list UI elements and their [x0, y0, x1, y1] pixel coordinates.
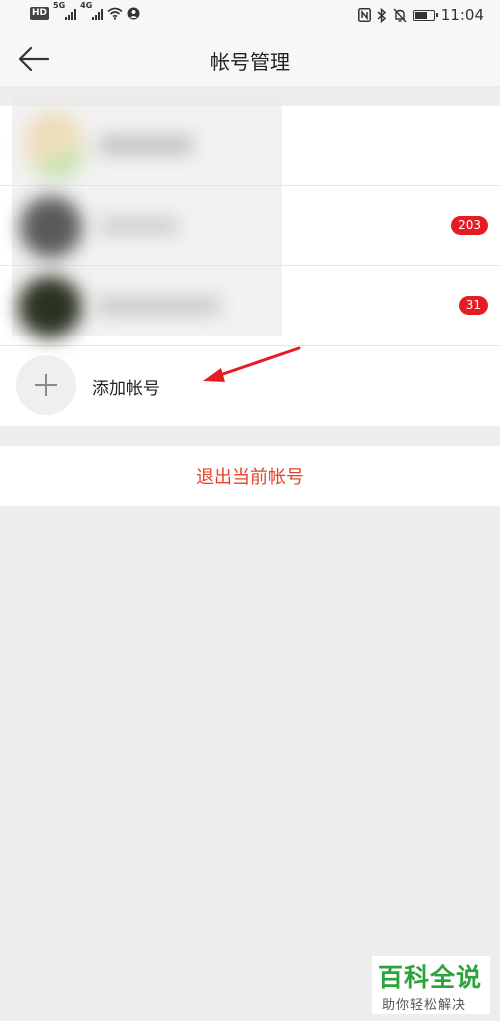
signal-5g-icon: 5G: [53, 1, 77, 20]
battery-fill: [414, 11, 427, 19]
mute-icon: [393, 8, 407, 22]
signal-4g-icon: 4G: [80, 1, 104, 20]
hd-icon: HD: [30, 7, 50, 20]
battery-icon: [412, 9, 438, 21]
unread-badge: 31: [458, 296, 488, 315]
account-name-blurred: [100, 136, 192, 154]
location-icon: [127, 7, 140, 20]
unread-badge: 203: [451, 216, 488, 235]
avatar: [24, 114, 86, 178]
red-arrow-icon: [203, 346, 301, 382]
account-item[interactable]: 31: [0, 266, 500, 346]
plus-icon: [35, 374, 57, 396]
account-item[interactable]: 203: [0, 186, 500, 266]
bluetooth-icon: [377, 7, 386, 23]
signal-5g-label: 5G: [53, 0, 66, 10]
account-name-blurred: [100, 218, 178, 234]
avatar: [20, 196, 82, 258]
logout-button[interactable]: 退出当前帐号: [0, 446, 500, 506]
avatar: [18, 276, 82, 338]
status-right-icons: 11:04: [357, 6, 484, 24]
logout-label: 退出当前帐号: [196, 467, 304, 488]
add-account-button[interactable]: [16, 355, 76, 415]
signal-4g-label: 4G: [80, 0, 93, 10]
add-account-label: 添加帐号: [92, 379, 160, 399]
account-item[interactable]: [0, 106, 500, 186]
status-left-icons: HD 5G 4G: [30, 1, 140, 20]
nfc-icon: [357, 8, 371, 22]
wifi-icon: [107, 7, 123, 20]
title-bar: 帐号管理: [0, 32, 500, 86]
watermark-title: 百科全说: [378, 963, 483, 992]
watermark-logo: 百科全说 助你轻松解决: [372, 956, 490, 1014]
status-time: 11:04: [440, 6, 484, 24]
status-bar: HD 5G 4G 11:04: [0, 0, 500, 32]
account-name-blurred: [96, 298, 220, 314]
page-title: 帐号管理: [210, 50, 290, 74]
watermark-subtitle: 助你轻松解决: [382, 998, 467, 1013]
